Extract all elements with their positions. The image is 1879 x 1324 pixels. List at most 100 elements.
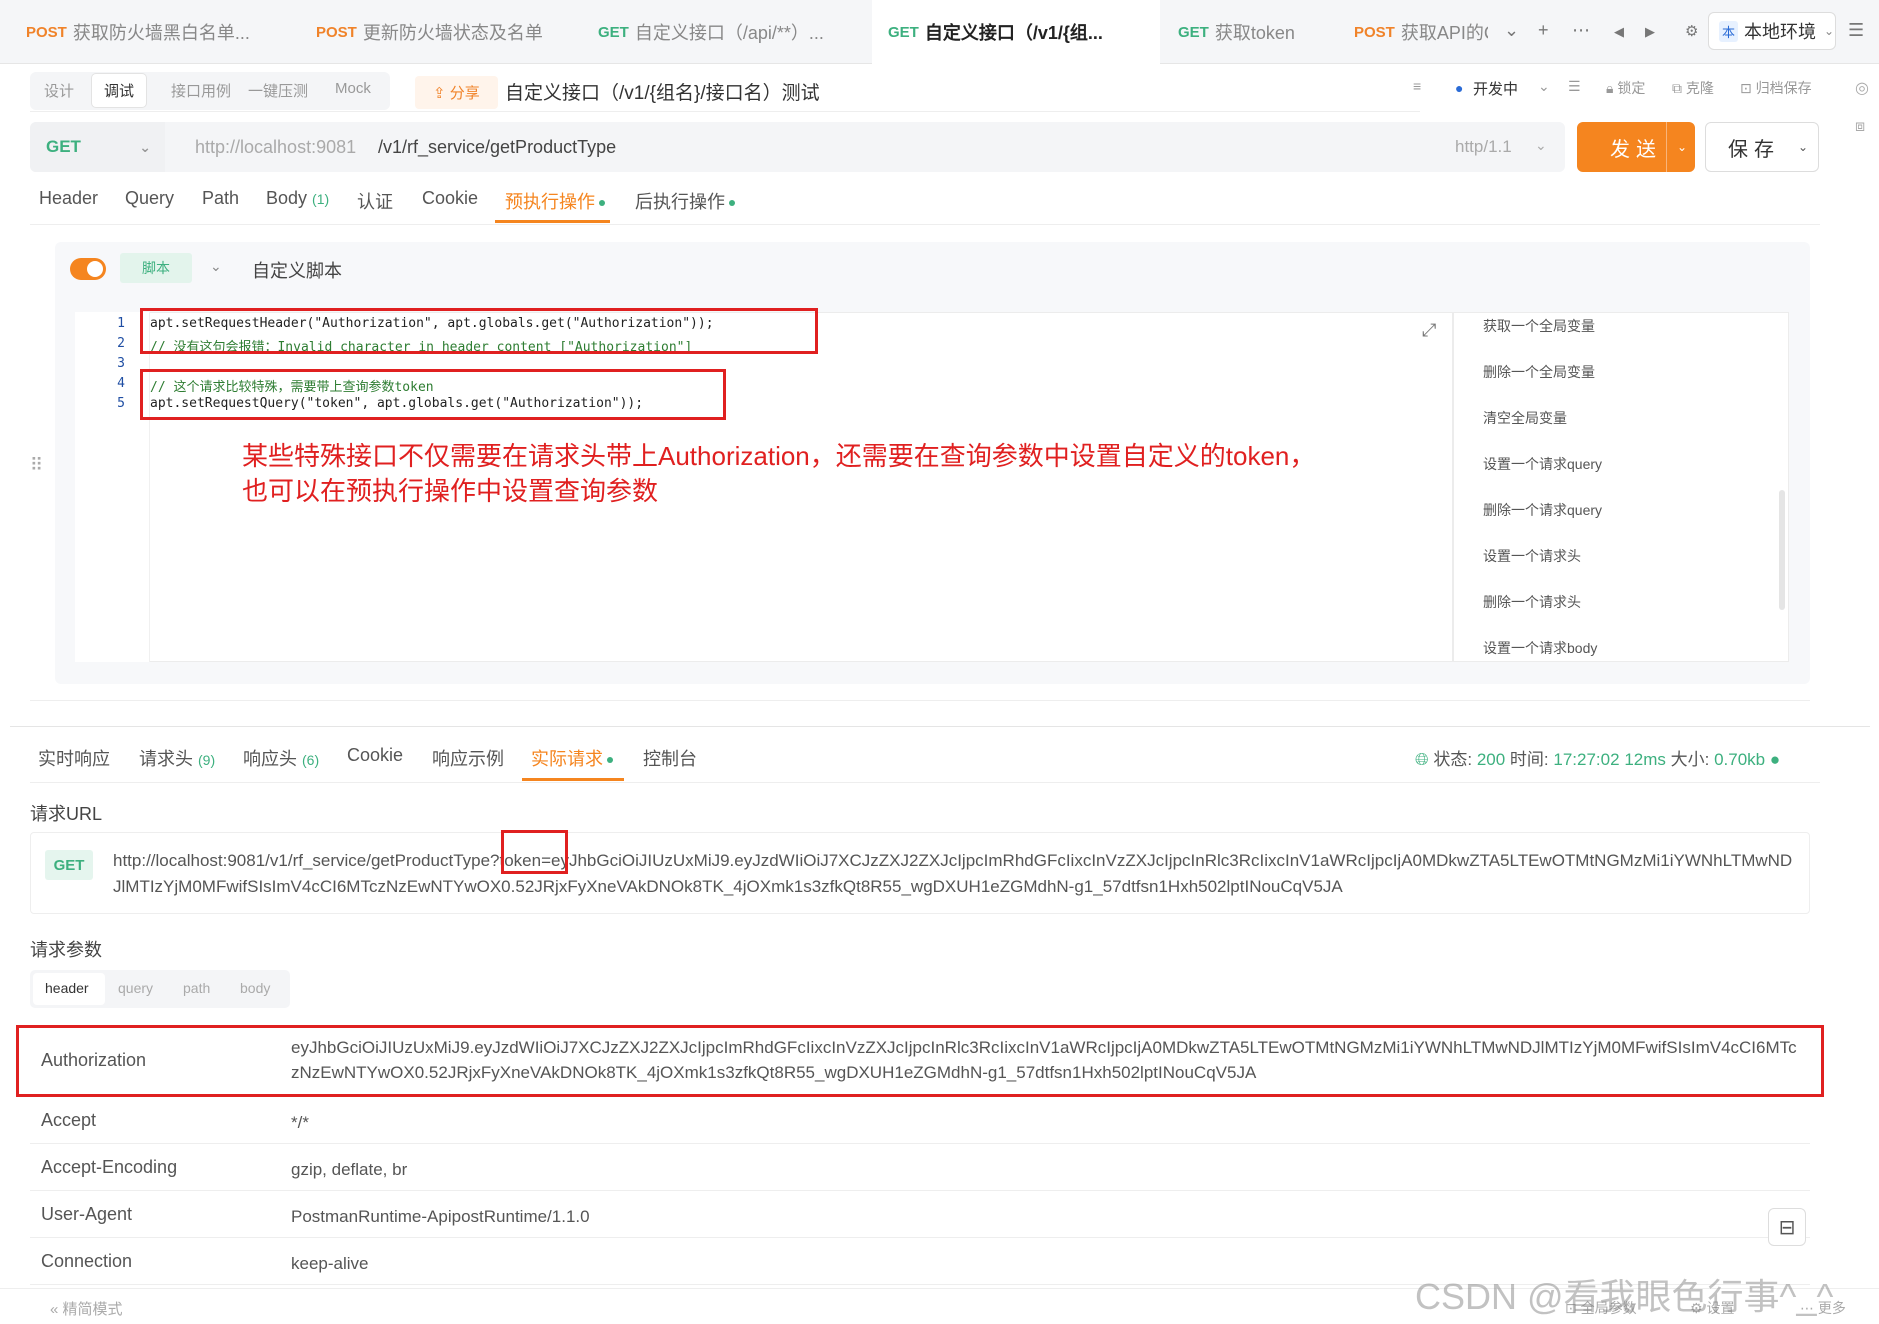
list-icon[interactable]: ☰ <box>1568 78 1581 95</box>
param-tab-query[interactable]: query <box>118 980 153 996</box>
mode-debug[interactable]: 调试 <box>92 74 146 107</box>
tab-cookie-resp[interactable]: Cookie <box>347 745 403 766</box>
time-value: 17:27:02 <box>1553 750 1619 769</box>
gear-icon[interactable]: ⚙ <box>1685 22 1698 40</box>
scrollbar[interactable] <box>1779 490 1785 610</box>
tab-response-headers-label: 响应头 <box>243 749 297 769</box>
tab-pre-script[interactable]: 预执行操作 <box>505 188 605 214</box>
simple-mode-label: 精简模式 <box>63 1301 123 1318</box>
method-badge: GET <box>888 24 919 41</box>
chevron-down-icon[interactable]: ⌄ <box>1538 78 1550 95</box>
script-toggle[interactable] <box>70 258 106 280</box>
plus-icon[interactable]: + <box>1538 20 1549 41</box>
params-title: 请求参数 <box>30 936 102 962</box>
watermark: CSDN @看我眼色行事^_^ <box>1415 1268 1833 1320</box>
drag-handle-icon[interactable]: ⠿ <box>30 455 43 476</box>
clone-icon: ⧉ <box>1672 80 1686 96</box>
tab-body[interactable]: Body (1) <box>266 188 329 209</box>
environment-select[interactable]: 本本地环境⌄ <box>1708 12 1836 50</box>
branch-status[interactable]: 开发中 <box>1473 78 1518 99</box>
tab-header[interactable]: Header <box>39 188 98 209</box>
tab-firewall-list[interactable]: POST获取防火墙黑白名单... <box>26 0 296 64</box>
chevron-right-icon[interactable]: ▶ <box>1645 24 1655 40</box>
tab-custom-api[interactable]: GET自定义接口（/api/**）... <box>598 0 848 64</box>
tab-response-headers[interactable]: 响应头 (6) <box>243 745 319 771</box>
host-input[interactable]: http://localhost:9081 <box>195 137 356 158</box>
method-badge: POST <box>26 24 67 41</box>
chevron-down-icon[interactable]: ⌄ <box>1677 140 1687 154</box>
more-icon[interactable]: ⋯ <box>1572 20 1590 41</box>
layout-toggle-button[interactable]: ⊟ <box>1768 1208 1806 1246</box>
tab-path[interactable]: Path <box>202 188 239 209</box>
clone-button[interactable]: ⧉ 克隆 <box>1672 78 1714 98</box>
tab-firewall-update[interactable]: POST更新防火墙状态及名单 <box>316 0 576 64</box>
layout-icon: ⊟ <box>1779 1215 1796 1240</box>
chevron-down-icon[interactable]: ⌄ <box>1535 137 1547 154</box>
code-line[interactable]: // 这个请求比较特殊，需要带上查询参数token <box>150 376 434 395</box>
snippet-item[interactable]: 删除一个请求query <box>1483 500 1602 520</box>
tab-custom-v1[interactable]: GET自定义接口（/v1/{组... <box>872 0 1160 64</box>
tab-query[interactable]: Query <box>125 188 174 209</box>
tab-request-headers[interactable]: 请求头 (9) <box>139 745 215 771</box>
mode-stress-test[interactable]: 一键压测 <box>236 74 320 107</box>
env-label: 本地环境 <box>1744 18 1816 44</box>
save-button[interactable]: 保存⌄ <box>1705 122 1819 172</box>
code-line[interactable]: apt.setRequestQuery("token", apt.globals… <box>150 396 643 411</box>
body-count: (1) <box>312 191 329 207</box>
share-button[interactable]: ⇪ 分享 <box>415 76 498 109</box>
param-tab-path[interactable]: path <box>183 980 210 996</box>
mode-mock[interactable]: Mock <box>323 74 383 103</box>
archive-label: 归档保存 <box>1756 80 1812 96</box>
chevron-left-icon[interactable]: ◀ <box>1614 24 1624 40</box>
share-icon: ⇪ <box>433 85 450 102</box>
full-request-url[interactable]: http://localhost:9081/v1/rf_service/getP… <box>113 848 1793 900</box>
code-icon[interactable]: ⧈ <box>1855 118 1865 136</box>
tab-label: 自定义接口（/api/**）... <box>635 19 824 45</box>
tab-get-token[interactable]: GET获取token <box>1178 0 1328 64</box>
tab-console[interactable]: 控制台 <box>643 745 697 771</box>
param-tab-body[interactable]: body <box>240 980 270 996</box>
code-line[interactable]: // 没有这句会报错：Invalid character in header c… <box>150 336 692 355</box>
tab-auth[interactable]: 认证 <box>357 188 393 214</box>
header-value: */* <box>291 1110 1801 1135</box>
snippet-item[interactable]: 设置一个请求query <box>1483 454 1602 474</box>
request-tab-bar: POST获取防火墙黑白名单... POST更新防火墙状态及名单 GET自定义接口… <box>0 0 1879 64</box>
code-line[interactable]: apt.setRequestHeader("Authorization", ap… <box>150 316 714 331</box>
status-dot <box>599 200 605 206</box>
lock-icon: 🔒︎ <box>1606 80 1617 96</box>
snippet-item[interactable]: 删除一个全局变量 <box>1483 362 1595 382</box>
tab-api-c[interactable]: POST获取API的C <box>1354 0 1488 64</box>
format-icon[interactable]: ≡ <box>1413 78 1421 94</box>
archive-button[interactable]: ⊡ 归档保存 <box>1740 78 1812 98</box>
chevron-down-icon[interactable]: ⌄ <box>1504 20 1519 41</box>
simple-mode-toggle[interactable]: « 精简模式 <box>50 1298 123 1319</box>
menu-icon[interactable]: ☰ <box>1848 20 1864 41</box>
request-name[interactable]: 自定义接口（/v1/{组名}/接口名）测试 <box>505 78 820 105</box>
mode-bar: 设计 调试 接口用例 一键压测 Mock ⇪ 分享 自定义接口（/v1/{组名}… <box>30 64 1420 112</box>
snippet-item[interactable]: 获取一个全局变量 <box>1483 316 1595 336</box>
snippet-item[interactable]: 清空全局变量 <box>1483 408 1567 428</box>
chevron-down-icon[interactable]: ⌄ <box>210 258 222 275</box>
tab-response-example[interactable]: 响应示例 <box>432 745 504 771</box>
lock-button[interactable]: 🔒︎ 锁定 <box>1606 78 1645 98</box>
mode-test-cases[interactable]: 接口用例 <box>159 74 243 107</box>
tab-cookie[interactable]: Cookie <box>422 188 478 209</box>
method-select[interactable]: GET⌄ <box>30 122 165 172</box>
tab-actual-request[interactable]: 实际请求 <box>531 745 613 771</box>
param-tab-header[interactable]: header <box>45 980 89 996</box>
panel-divider[interactable] <box>10 726 1870 727</box>
eye-icon[interactable]: ◎ <box>1855 78 1869 98</box>
path-input[interactable]: /v1/rf_service/getProductType <box>378 137 616 158</box>
snippet-item[interactable]: 设置一个请求头 <box>1483 546 1581 566</box>
expand-icon[interactable]: ⤢ <box>1422 320 1436 341</box>
mode-design[interactable]: 设计 <box>32 74 86 107</box>
protocol-select[interactable]: http/1.1 <box>1455 137 1512 157</box>
send-button[interactable]: 发送⌄ <box>1577 122 1695 172</box>
snippet-item[interactable]: 删除一个请求头 <box>1483 592 1581 612</box>
chevron-down-icon[interactable]: ⌄ <box>1798 140 1808 154</box>
annotation-line: 某些特殊接口不仅需要在请求头带上Authorization，还需要在查询参数中设… <box>242 436 1315 473</box>
tab-post-script[interactable]: 后执行操作 <box>635 188 735 214</box>
snippet-item[interactable]: 设置一个请求body <box>1483 638 1597 658</box>
script-tag[interactable]: 脚本 <box>120 253 192 283</box>
tab-realtime-response[interactable]: 实时响应 <box>38 745 110 771</box>
